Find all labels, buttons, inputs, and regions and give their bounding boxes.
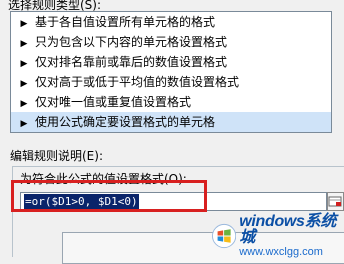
rule-item-label: 仅对排名靠前或靠后的数值设置格式 [35,55,228,69]
arrow-right-icon: ▶ [20,39,28,49]
arrow-right-icon: ▶ [20,99,28,109]
rule-item-label: 仅对唯一值或重复值设置格式 [35,95,192,109]
formula-label: 为符合此公式的值设置格式(O): [20,172,187,186]
windows-logo-icon [212,223,237,248]
rule-item-all-cells[interactable]: ▶ 基于各自值设置所有单元格的格式 [11,12,331,32]
arrow-right-icon: ▶ [20,59,28,69]
rule-item-use-formula[interactable]: ▶ 使用公式确定要设置格式的单元格 [11,112,331,132]
arrow-right-icon: ▶ [20,19,28,29]
range-select-icon [328,196,342,207]
arrow-right-icon: ▶ [20,119,28,129]
rule-item-label: 只为包含以下内容的单元格设置格式 [35,35,228,49]
watermark: windows系统城 www.wxclgg.com [212,213,344,257]
formula-input[interactable]: =or($D1>0, $D1<0) [20,192,327,211]
watermark-title: windows系统城 [239,212,337,246]
rule-item-unique-duplicate[interactable]: ▶ 仅对唯一值或重复值设置格式 [11,92,331,112]
arrow-right-icon: ▶ [20,79,28,89]
rule-item-top-bottom[interactable]: ▶ 仅对排名靠前或靠后的数值设置格式 [11,52,331,72]
collapse-dialog-button[interactable] [327,192,344,211]
rule-item-label: 仅对高于或低于平均值的数值设置格式 [35,75,240,89]
edit-rule-description-label: 编辑规则说明(E): [10,149,103,163]
rule-item-label: 使用公式确定要设置格式的单元格 [35,115,216,129]
watermark-domain: www.wxclgg.com [239,245,323,258]
formula-value: =or($D1>0, $D1<0) [24,194,139,209]
rule-item-average[interactable]: ▶ 仅对高于或低于平均值的数值设置格式 [11,72,331,92]
rule-item-contains[interactable]: ▶ 只为包含以下内容的单元格设置格式 [11,32,331,52]
rule-item-label: 基于各自值设置所有单元格的格式 [35,15,216,29]
rule-type-list[interactable]: ▶ 基于各自值设置所有单元格的格式 ▶ 只为包含以下内容的单元格设置格式 ▶ 仅对排名… [10,11,332,133]
